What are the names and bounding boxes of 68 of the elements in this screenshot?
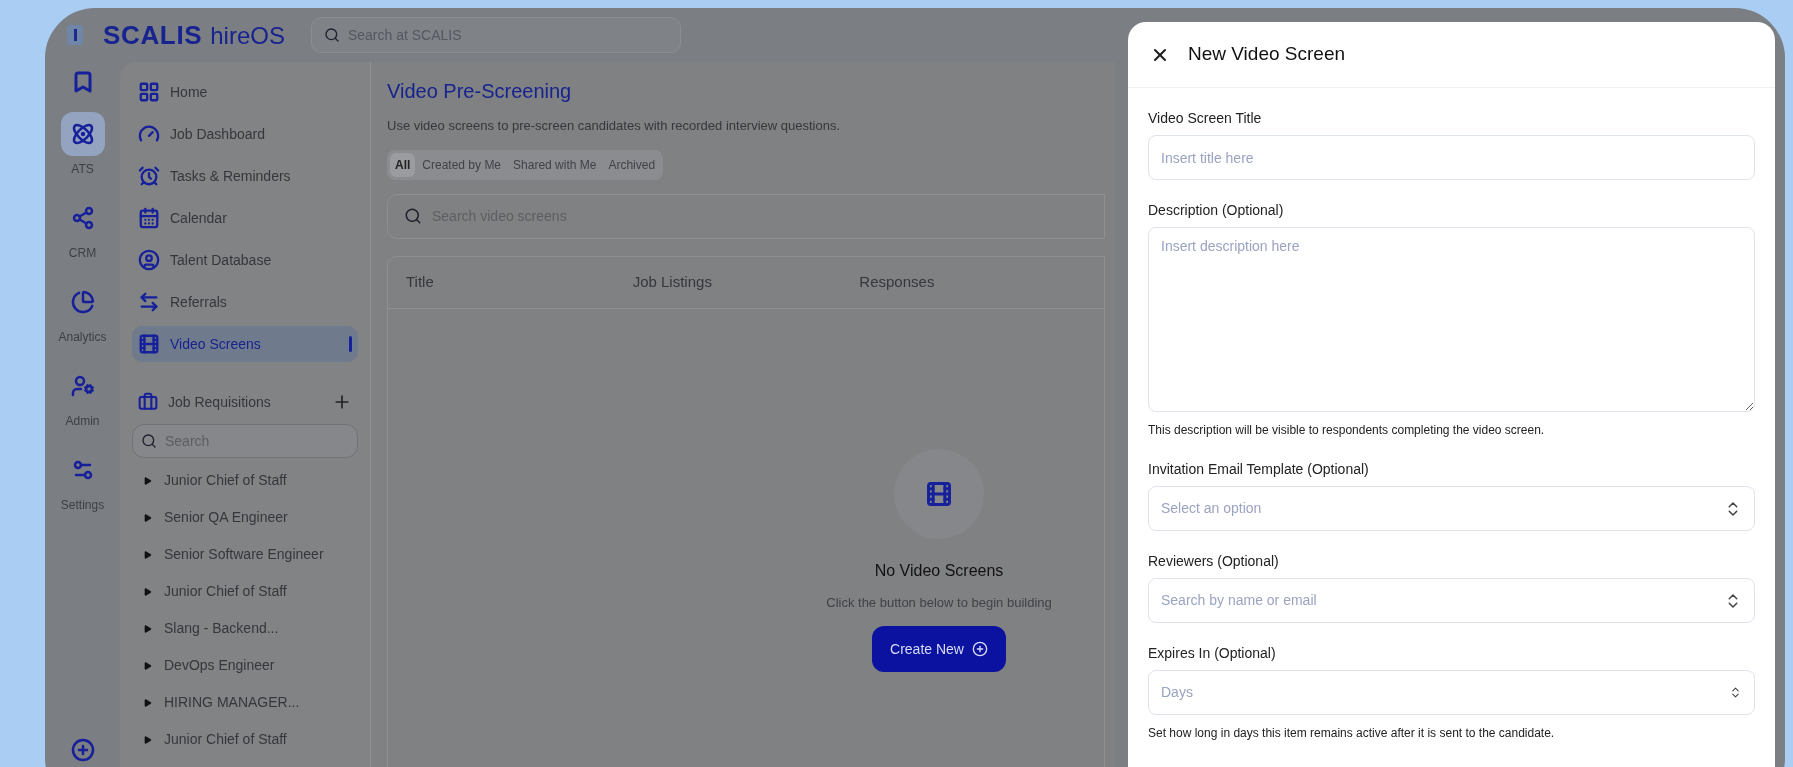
nav-item[interactable]: Job Dashboard [132,116,358,152]
requisition-item[interactable]: Slang - Backend... [132,610,358,647]
column-header: Responses [859,271,936,292]
rail-label: ATS [71,161,94,178]
atom-icon [70,122,95,146]
add-icon[interactable] [70,738,95,762]
empty-state-message: Click the button below to begin building [826,593,1052,612]
add-icon [971,641,988,657]
user-gear-icon [70,374,95,398]
logo: SCALIS [103,18,203,52]
input-field[interactable]: Insert description here [1148,227,1755,412]
nav-item[interactable]: Tasks & Reminders [132,158,358,194]
calendar-icon [138,207,160,229]
help-text: This description will be visible to respondents completing the video screen. [1148,422,1546,439]
field-label: Description (Optional) [1148,201,1285,220]
input-field[interactable]: Insert title here [1148,135,1755,180]
number-field[interactable]: Days [1148,670,1755,715]
rail-label: Analytics [58,329,107,346]
search-icon [323,27,340,43]
user-icon [138,249,160,271]
create-new-button[interactable]: Create New [872,626,1006,672]
page-description: Use video screens to pre-screen candidates with recorded interview questions. [387,117,842,135]
column-header: Job Listings [632,271,713,292]
arrows-icon [138,291,160,313]
empty-state-title: No Video Screens [874,560,1004,581]
panel-toggle-icon[interactable] [67,25,83,45]
product-name: hireOS [210,20,285,51]
filter-tab[interactable]: Created by Me [417,152,507,177]
filter-tab[interactable]: All [390,152,416,177]
requisition-item[interactable]: HIRING MANAGER... [132,684,358,721]
network-icon [70,206,95,230]
pie-chart-icon [70,290,95,314]
section-title: Job Requisitions [168,392,272,412]
field-label: Reviewers (Optional) [1148,552,1280,571]
requisition-item[interactable]: Junior Chief of Staff [132,462,358,499]
requisition-item[interactable]: Senior QA Engineer [132,499,358,536]
search-icon [404,207,422,225]
rail-label: Settings [60,497,105,514]
select-field[interactable]: Select an option [1148,486,1755,531]
search-icon [141,433,157,449]
page-title: Video Pre-Screening [387,79,573,104]
select-field[interactable]: Search by name or email [1148,578,1755,623]
nav-item[interactable]: Referrals [132,284,358,320]
drawer-title: New Video Screen [1188,42,1346,67]
rail-item[interactable] [60,112,105,156]
column-header: Title [406,271,435,292]
help-text: Set how long in days this item remains active after it is sent to the candidate. [1148,725,1556,742]
grid-icon [138,81,160,103]
requisition-item[interactable]: Junior Chief of Staff [132,721,358,758]
nav-item[interactable]: Talent Database [132,242,358,278]
requisition-item[interactable]: Senior Software Engineer [132,536,358,573]
film-icon [138,333,160,355]
film-icon [925,479,953,508]
rail-label: Admin [65,413,100,430]
nav-item[interactable]: Home [132,74,358,110]
field-label: Video Screen Title [1148,109,1263,128]
rail-label: CRM [68,245,97,262]
nav-item[interactable]: Calendar [132,200,358,236]
filter-tab[interactable]: Shared with Me [508,152,602,177]
briefcase-icon [138,392,158,412]
nav-item[interactable]: Video Screens [132,326,358,362]
field-label: Invitation Email Template (Optional) [1148,460,1370,479]
alarm-clock-icon [138,165,160,187]
field-label: Expires In (Optional) [1148,644,1277,663]
requisition-item[interactable]: Junior Chief of Staff [132,573,358,610]
requisition-item[interactable]: DevOps Engineer [132,647,358,684]
filter-tab[interactable]: Archived [603,152,661,177]
spinner-icon [1729,686,1742,699]
